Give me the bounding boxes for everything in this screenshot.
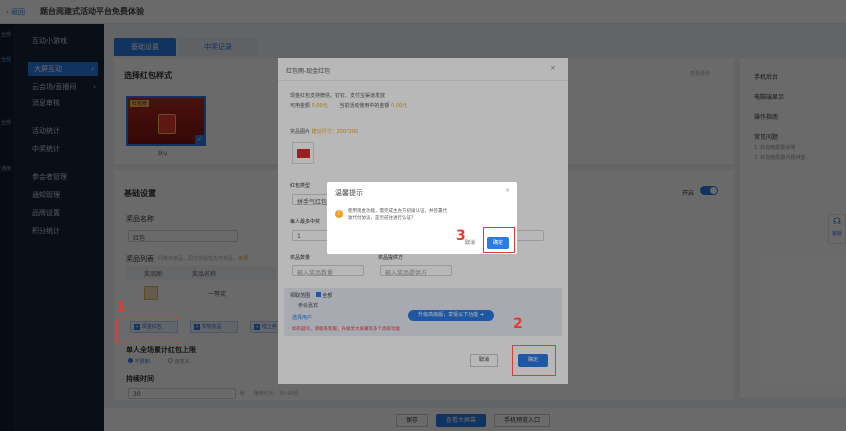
annotation-number-2: 2 <box>513 316 523 332</box>
dialog-close-icon[interactable]: × <box>505 187 510 194</box>
annotation-box-3 <box>483 227 515 253</box>
annotation-box-1 <box>116 319 182 344</box>
dialog-message: 使用现金功能，需完成主办方初级认证，并签署代收代付协议，是否前往进行认证？ <box>348 209 447 221</box>
annotation-number-1: 1 <box>116 300 126 316</box>
dialog-title: 温馨提示 <box>335 189 363 197</box>
warning-icon: ! <box>335 210 343 218</box>
annotation-number-3: 3 <box>456 228 466 244</box>
annotation-box-2 <box>512 345 556 376</box>
dialog-cancel-label: 取消 <box>464 240 475 246</box>
